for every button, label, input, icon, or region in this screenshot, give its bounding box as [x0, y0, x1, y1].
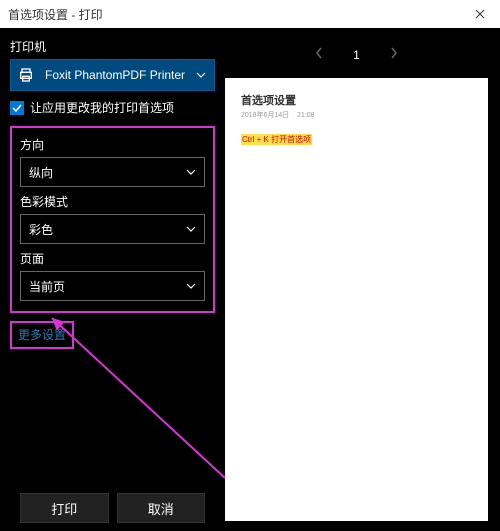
doc-meta: 2018年6月14日 21:08: [241, 110, 472, 120]
doc-body: Ctrl + K 打开首选项: [241, 134, 472, 145]
checkbox-checked[interactable]: [10, 101, 24, 115]
close-icon: [475, 9, 485, 19]
page-navigator: 1: [225, 38, 488, 72]
color-mode-select[interactable]: 彩色: [20, 214, 205, 244]
doc-highlight: Ctrl + K 打开首选项: [241, 134, 312, 145]
orientation-label: 方向: [20, 136, 205, 153]
printer-chevron[interactable]: [188, 60, 214, 90]
doc-date: 2018年6月14日: [241, 112, 289, 119]
orientation-value: 纵向: [29, 164, 53, 181]
close-button[interactable]: [460, 0, 500, 28]
printer-name: Foxit PhantomPDF Printer: [41, 60, 188, 90]
cancel-button[interactable]: 取消: [117, 493, 206, 523]
pages-select[interactable]: 当前页: [20, 271, 205, 301]
chevron-right-icon: [390, 47, 398, 59]
allow-app-change-row[interactable]: 让应用更改我的打印首选项: [10, 99, 215, 116]
color-mode-value: 彩色: [29, 221, 53, 238]
printer-icon: [11, 60, 41, 90]
allow-app-change-label: 让应用更改我的打印首选项: [30, 99, 174, 116]
more-settings-link[interactable]: 更多设置: [18, 328, 66, 342]
chevron-down-icon: [186, 167, 196, 177]
preview-panel: 1 首选项设置 2018年6月14日 21:08 Ctrl + K 打开首选项: [225, 28, 500, 531]
highlight-group: 方向 纵向 色彩模式 彩色 页面 当前页: [10, 126, 215, 313]
more-settings-wrap: 更多设置: [10, 321, 215, 349]
printer-label: 打印机: [10, 38, 215, 55]
prev-page-button[interactable]: [315, 46, 323, 64]
orientation-select[interactable]: 纵向: [20, 157, 205, 187]
doc-title: 首选项设置: [241, 92, 472, 108]
window-title: 首选项设置 - 打印: [8, 6, 103, 23]
action-buttons: 打印 取消: [10, 493, 215, 531]
chevron-down-icon: [186, 281, 196, 291]
check-icon: [12, 103, 22, 113]
print-button[interactable]: 打印: [20, 493, 109, 523]
doc-time: 21:08: [297, 112, 315, 119]
pages-value: 当前页: [29, 278, 65, 295]
settings-panel: 打印机 Foxit PhantomPDF Printer 让应用更改我的打印首选…: [0, 28, 225, 531]
print-preview-page: 首选项设置 2018年6月14日 21:08 Ctrl + K 打开首选项: [225, 78, 488, 521]
chevron-left-icon: [315, 47, 323, 59]
chevron-down-icon: [196, 70, 206, 80]
pages-label: 页面: [20, 250, 205, 267]
printer-select[interactable]: Foxit PhantomPDF Printer: [10, 59, 215, 91]
color-mode-label: 色彩模式: [20, 193, 205, 210]
next-page-button[interactable]: [390, 46, 398, 64]
chevron-down-icon: [186, 224, 196, 234]
page-current: 1: [353, 48, 360, 62]
titlebar: 首选项设置 - 打印: [0, 0, 500, 28]
